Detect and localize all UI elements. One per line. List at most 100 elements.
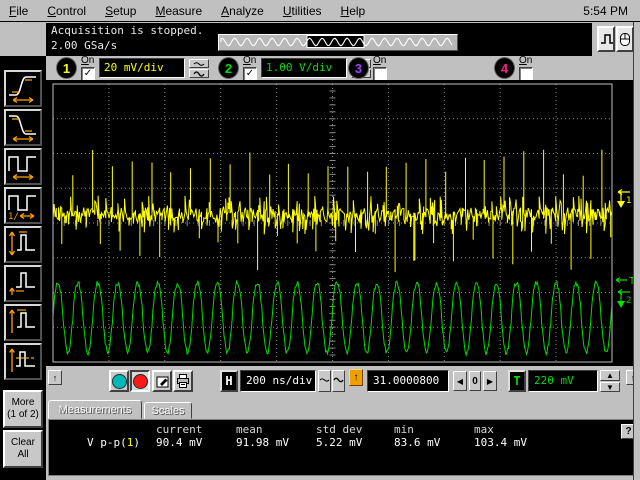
rise-time-icon (7, 72, 39, 103)
horizontal-position-display[interactable]: 31.0000800 ms (367, 370, 449, 392)
v-min-icon (7, 267, 39, 298)
channel-2-scale-display[interactable]: 1.00 V/div (261, 58, 347, 78)
channel-1-ground-marker: 1 (617, 190, 631, 209)
up-arrow-icon: ↑ (354, 372, 359, 383)
v-average-icon (7, 345, 39, 376)
col-header-mean: mean (236, 423, 263, 436)
fall-time-button[interactable] (4, 109, 42, 146)
collapse-left-button[interactable]: ↑ (48, 370, 62, 385)
acquisition-status-text: Acquisition is stopped. (51, 24, 203, 37)
clear-all-button[interactable]: Clear All (3, 430, 43, 468)
menu-measure[interactable]: Measure (155, 4, 202, 18)
channel-2-button[interactable]: 2 (218, 57, 239, 79)
channel-1-group: 1 On ✓ 20 mV/div (56, 56, 209, 80)
menu-setup[interactable]: Setup (105, 4, 136, 18)
measurements-panel: Measurements Scales current mean std dev… (46, 398, 640, 480)
small-wave-icon (319, 376, 330, 384)
col-header-std-dev: std dev (316, 423, 362, 436)
channel-4-on-toggle[interactable]: On (519, 56, 533, 81)
v-average-button[interactable] (4, 343, 42, 380)
run-button[interactable] (109, 370, 129, 392)
channel-1-button[interactable]: 1 (56, 57, 77, 79)
up-arrow-icon: ↑ (53, 373, 58, 383)
period-icon (7, 150, 39, 181)
channel-2-on-toggle[interactable]: On ✓ (243, 56, 257, 81)
menu-analyze[interactable]: Analyze (221, 4, 264, 18)
menu-help[interactable]: Help (341, 4, 366, 18)
channel-1-scale-up-button[interactable] (189, 59, 209, 68)
v-min-button[interactable] (4, 265, 42, 302)
channel-3-button[interactable]: 3 (348, 57, 369, 79)
run-icon (112, 374, 127, 389)
channel-4-button[interactable]: 4 (494, 57, 515, 79)
channel-1-scale-display[interactable]: 20 mV/div (99, 58, 185, 78)
more-measurements-button[interactable]: More (1 of 2) (3, 390, 43, 428)
frequency-button[interactable]: 1/ (4, 187, 42, 224)
menu-utilities[interactable]: Utilities (283, 4, 322, 18)
small-wave-icon (193, 60, 205, 67)
print-button[interactable] (173, 370, 193, 392)
timebase-fine-button[interactable] (318, 370, 331, 392)
down-triangle-icon: ▼ (606, 383, 614, 392)
channel-controls-row: 1 On ✓ 20 mV/div 2 On ✓ 1.00 V/div (46, 56, 640, 80)
timebase-display[interactable]: 200 ns/div (240, 370, 316, 392)
timebase-coarse-button[interactable] (332, 370, 345, 392)
trigger-level-marker: T (616, 276, 634, 287)
large-wave-icon (193, 70, 205, 77)
square-pulse-icon (599, 32, 613, 46)
col-header-current: current (156, 423, 202, 436)
measurements-table: current mean std dev min max V p-p(1) 90… (48, 419, 634, 476)
channel-1-scale-down-button[interactable] (189, 69, 209, 78)
up-triangle-icon: ▲ (606, 371, 614, 380)
stop-button[interactable] (130, 370, 150, 392)
mouse-mode-button[interactable] (616, 26, 634, 52)
position-left-button[interactable]: ◀ (453, 371, 467, 391)
channel-3-group: 3 On (348, 56, 387, 80)
trigger-level-down-button[interactable]: ▼ (600, 382, 620, 392)
period-button[interactable] (4, 148, 42, 185)
channel-1-checkbox[interactable]: ✓ (81, 67, 95, 81)
large-wave-icon (333, 376, 344, 384)
pulse-mode-button[interactable] (597, 26, 615, 52)
channel-4-group: 4 On (494, 56, 533, 80)
left-arrow-icon: ◀ (457, 377, 463, 386)
position-zero-button[interactable]: 0 (469, 371, 481, 391)
quick-notes-button[interactable] (152, 370, 172, 392)
rise-time-button[interactable] (4, 70, 42, 107)
tab-scales[interactable]: Scales (144, 402, 192, 419)
channel-3-on-toggle[interactable]: On (373, 56, 387, 81)
menu-file[interactable]: File (9, 4, 28, 18)
bottom-control-bar: ↑ H 200 ns/div ↑ 31.0000800 ms ◀ 0 ▶ (46, 366, 640, 398)
printer-icon (175, 373, 191, 389)
menu-control[interactable]: Control (47, 4, 86, 18)
menu-bar: File Control Setup Measure Analyze Utili… (0, 0, 640, 22)
trigger-setup-button[interactable]: T (508, 370, 526, 392)
channel-1-on-toggle[interactable]: On ✓ (81, 56, 95, 81)
trigger-level-up-button[interactable]: ▲ (600, 370, 620, 381)
v-max-button[interactable] (4, 304, 42, 341)
memory-bar-scrollbar[interactable] (218, 34, 458, 51)
svg-text:1: 1 (626, 196, 631, 206)
v-max-icon (7, 306, 39, 337)
measurement-std-dev: 5.22 mV (316, 436, 362, 449)
v-peak-peak-button[interactable] (4, 226, 42, 263)
position-right-button[interactable]: ▶ (483, 371, 497, 391)
measurement-toolbar: 1/ (0, 56, 46, 480)
channel-4-checkbox[interactable] (519, 67, 533, 81)
svg-text:2: 2 (626, 296, 631, 306)
fall-time-icon (7, 111, 39, 142)
stop-icon (133, 374, 148, 389)
svg-text:1/: 1/ (8, 212, 19, 220)
clock: 5:54 PM (583, 4, 640, 18)
horizontal-setup-button[interactable]: H (220, 370, 238, 392)
trigger-level-display[interactable]: 220 mV (528, 370, 598, 392)
v-peak-peak-icon (7, 228, 39, 259)
trigger-position-button[interactable]: ↑ (349, 369, 363, 386)
col-header-max: max (474, 423, 494, 436)
channel-2-checkbox[interactable]: ✓ (243, 67, 257, 81)
channel-3-checkbox[interactable] (373, 67, 387, 81)
frequency-icon: 1/ (7, 189, 39, 220)
tab-measurements[interactable]: Measurements (48, 400, 142, 419)
memory-bar-waveform (219, 35, 455, 48)
notes-icon (155, 374, 170, 389)
